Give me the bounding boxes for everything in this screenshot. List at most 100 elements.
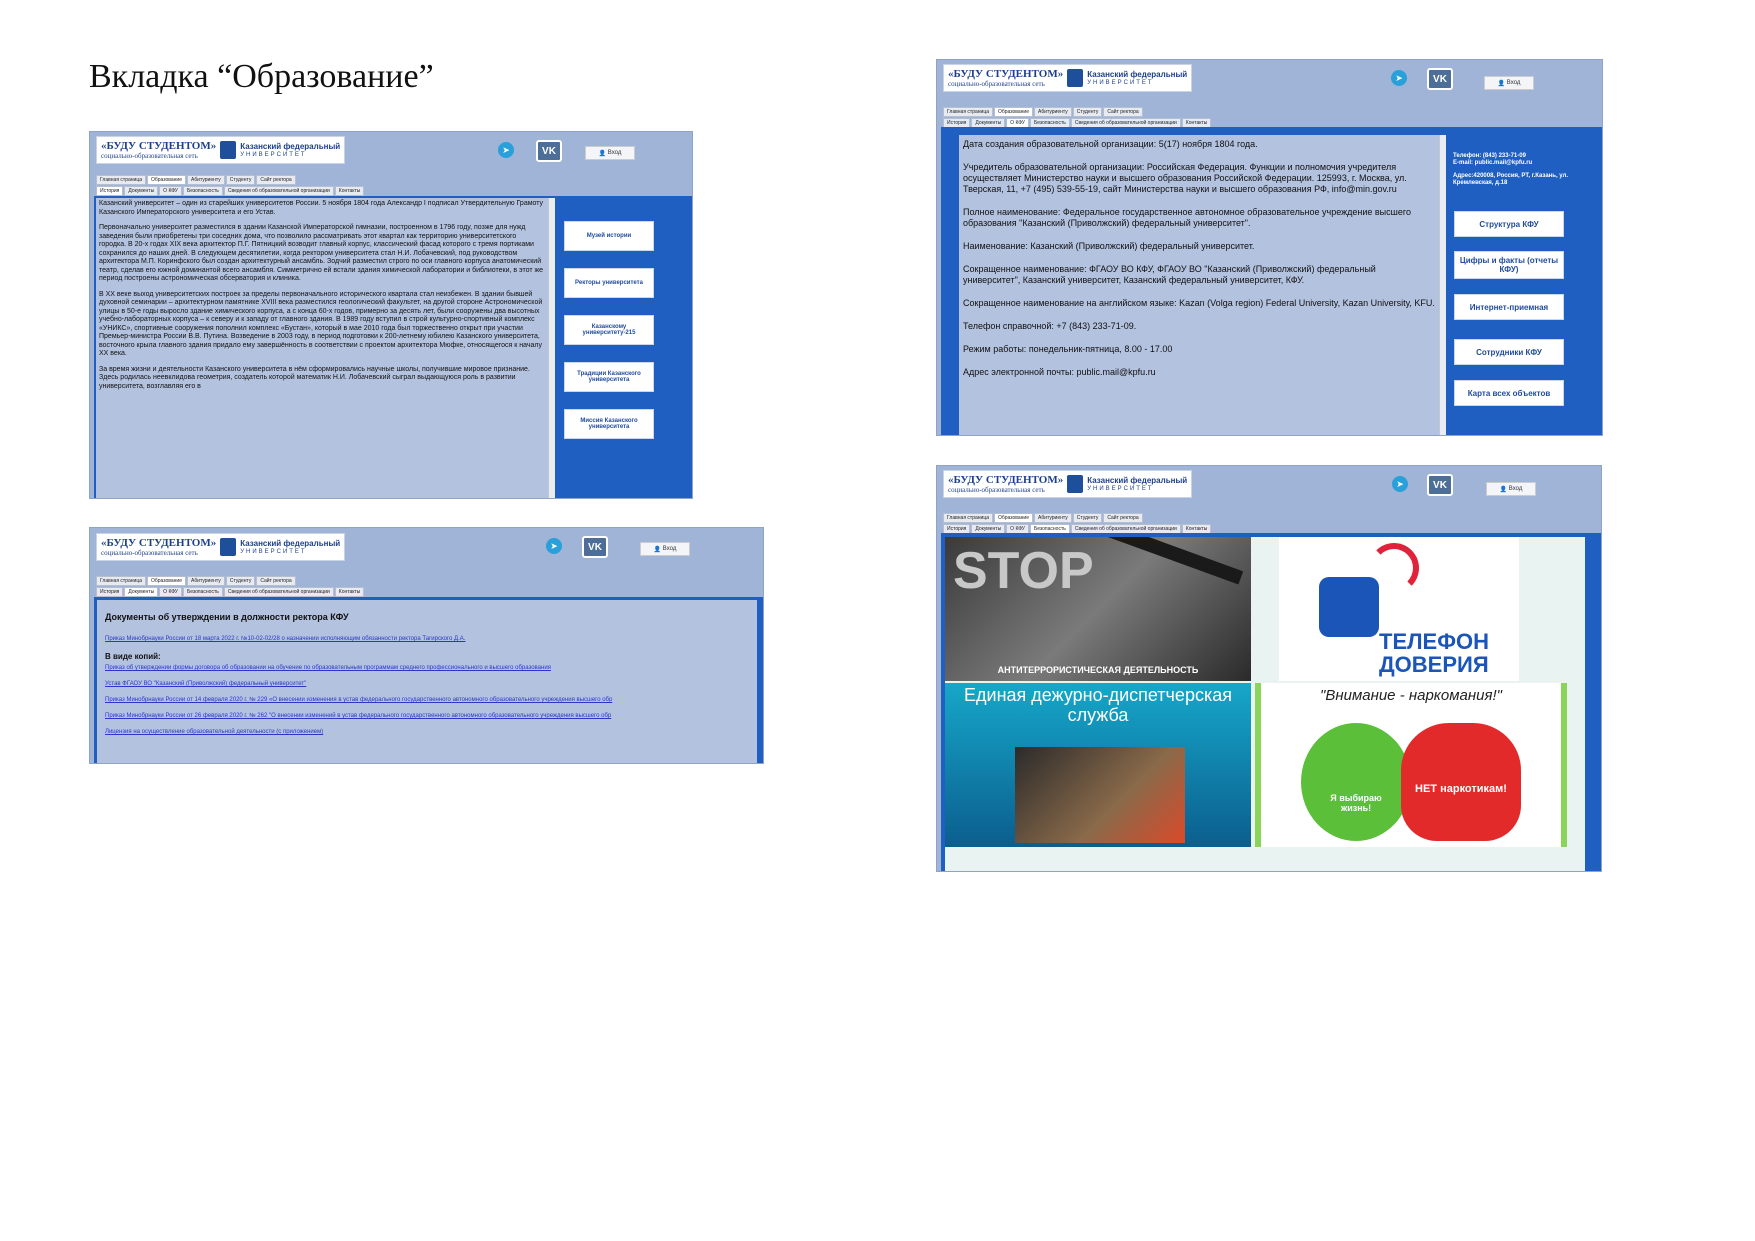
contact-email: E-mail: public.mail@kpfu.ru [1453, 160, 1533, 166]
vk-icon[interactable]: VK [1427, 474, 1453, 496]
sub-tabs: История Документы О КФУ Безопасность Све… [96, 186, 365, 196]
subtab-contacts[interactable]: Контакты [334, 587, 365, 597]
content-frame: Казанский университет – один из старейши… [94, 196, 692, 498]
dispatcher-photo [1015, 747, 1185, 843]
login-button[interactable]: 👤 Вход [640, 542, 690, 556]
tab-main[interactable]: Главная страница [96, 576, 146, 586]
history-text-panel[interactable]: Казанский университет – один из старейши… [96, 198, 548, 498]
subtab-about[interactable]: О КФУ [159, 587, 182, 597]
tab-applicant[interactable]: Абитуриенту [186, 175, 225, 185]
document-link[interactable]: Устав ФГАОУ ВО "Казанский (Приволжский) … [105, 681, 749, 687]
about-line: Адрес электронной почты: public.mail@kpf… [963, 367, 1156, 377]
narco-banner[interactable]: "Внимание - наркомания!" Я выбираю жизнь… [1255, 683, 1567, 847]
museum-button[interactable]: Музей истории [564, 221, 654, 251]
scrollbar[interactable] [1439, 135, 1446, 435]
user-icon: 👤 [1499, 486, 1509, 493]
subtab-info[interactable]: Сведения об образовательной организации [223, 186, 334, 196]
document-link[interactable]: Приказ об утверждении формы договора об … [105, 665, 749, 671]
site-logo[interactable]: «БУДУ СТУДЕНТОМ» социально-образовательна… [943, 64, 1193, 92]
tab-rector-site[interactable]: Сайт ректора [256, 576, 296, 586]
tab-rector-site[interactable]: Сайт ректора [1103, 513, 1143, 523]
hotline-line2: ДОВЕРИЯ [1379, 652, 1489, 677]
login-label: Вход [662, 546, 677, 552]
telegram-icon[interactable]: ➤ [1391, 70, 1407, 86]
rector-order-link[interactable]: Приказ Минобрнауки России от 18 марта 20… [105, 636, 749, 642]
about-line: Наименование: Казанский (Приволжский) фе… [963, 241, 1255, 251]
signal-icon [1369, 543, 1419, 593]
login-button[interactable]: 👤 Вход [1486, 482, 1536, 496]
tab-student[interactable]: Студенту [1072, 107, 1103, 117]
subtab-history[interactable]: История [96, 186, 124, 196]
facts-button[interactable]: Цифры и факты (отчеты КФУ) [1454, 251, 1564, 279]
traditions-button[interactable]: Традиции Казанского университета [564, 362, 654, 392]
subtab-about[interactable]: О КФУ [159, 186, 182, 196]
document-link[interactable]: Приказ Минобрнауки России от 26 февраля … [105, 713, 749, 719]
tab-applicant[interactable]: Абитуриенту [1033, 107, 1072, 117]
dispatch-banner[interactable]: Единая дежурно-диспетчерская служба [945, 683, 1251, 847]
site-logo[interactable]: «БУДУ СТУДЕНТОМ» социально-образовательна… [96, 533, 346, 561]
logo-univ-name: Казанский федеральный [1087, 475, 1188, 485]
screenshot-documents: «БУДУ СТУДЕНТОМ» социально-образовательна… [89, 527, 764, 764]
login-button[interactable]: 👤 Вход [585, 146, 635, 160]
vk-icon[interactable]: VK [536, 140, 562, 162]
login-button[interactable]: 👤 Вход [1484, 76, 1534, 90]
dispatch-caption: Единая дежурно-диспетчерская служба [964, 685, 1232, 725]
subtab-contacts[interactable]: Контакты [334, 186, 365, 196]
history-paragraph: Казанский университет – один из старейши… [99, 200, 544, 216]
tab-applicant[interactable]: Абитуриенту [1033, 513, 1072, 523]
tab-education[interactable]: Образование [146, 576, 186, 586]
tab-student[interactable]: Студенту [225, 175, 256, 185]
tab-education[interactable]: Образование [146, 175, 186, 185]
mission-button[interactable]: Миссия Казанского университета [564, 409, 654, 439]
main-tabs: Главная страница Образование Абитуриенту… [96, 175, 296, 185]
subtab-info[interactable]: Сведения об образовательной организации [223, 587, 334, 597]
about-text-panel[interactable]: Дата создания образовательной организаци… [959, 135, 1439, 435]
content-frame: Документы об утверждении в должности рек… [94, 597, 763, 763]
user-icon: 👤 [598, 150, 608, 157]
tab-student[interactable]: Студенту [225, 576, 256, 586]
tab-main[interactable]: Главная страница [943, 107, 993, 117]
anti-terror-banner[interactable]: STOP АНТИТЕРРОРИСТИЧЕСКАЯ ДЕЯТЕЛЬНОСТЬ [945, 537, 1251, 681]
stop-word: STOP [953, 542, 1094, 600]
main-tabs: Главная страница Образование Абитуриенту… [943, 107, 1143, 117]
tab-main[interactable]: Главная страница [96, 175, 146, 185]
hotline-banner[interactable]: ТЕЛЕФОН ДОВЕРИЯ [1279, 537, 1519, 681]
anti-terror-caption: АНТИТЕРРОРИСТИЧЕСКАЯ ДЕЯТЕЛЬНОСТЬ [997, 665, 1199, 675]
tab-student[interactable]: Студенту [1072, 513, 1103, 523]
kfu-crest-icon [220, 538, 237, 556]
staff-button[interactable]: Сотрудники КФУ [1454, 339, 1564, 365]
history-paragraph: За время жизни и деятельности Казанского… [99, 365, 530, 390]
apple-icon [1301, 723, 1411, 841]
structure-button[interactable]: Структура КФУ [1454, 211, 1564, 237]
scrollbar[interactable] [548, 198, 555, 498]
tab-applicant[interactable]: Абитуриенту [186, 576, 225, 586]
tab-education[interactable]: Образование [993, 107, 1033, 117]
tab-rector-site[interactable]: Сайт ректора [1103, 107, 1143, 117]
vk-icon[interactable]: VK [582, 536, 608, 558]
telegram-icon[interactable]: ➤ [1392, 476, 1408, 492]
tab-education[interactable]: Образование [993, 513, 1033, 523]
subtab-security[interactable]: Безопасность [182, 186, 223, 196]
site-logo[interactable]: «БУДУ СТУДЕНТОМ» социально-образовательна… [943, 470, 1193, 498]
telegram-icon[interactable]: ➤ [546, 538, 562, 554]
subtab-documents[interactable]: Документы [124, 587, 159, 597]
reception-button[interactable]: Интернет-приемная [1454, 294, 1564, 320]
copies-heading: В виде копий: [105, 652, 161, 661]
contact-block: Телефон: (843) 233-71-09 E-mail: public.… [1453, 153, 1593, 187]
about-line: Режим работы: понедельник-пятница, 8.00 … [963, 344, 1173, 354]
tab-rector-site[interactable]: Сайт ректора [256, 175, 296, 185]
subtab-documents[interactable]: Документы [124, 186, 159, 196]
map-button[interactable]: Карта всех объектов [1454, 380, 1564, 406]
document-link[interactable]: Приказ Минобрнауки России от 14 февраля … [105, 697, 749, 703]
subtab-history[interactable]: История [96, 587, 124, 597]
vk-icon[interactable]: VK [1427, 68, 1453, 90]
document-link[interactable]: Лицензия на осуществление образовательно… [105, 729, 749, 735]
telegram-icon[interactable]: ➤ [498, 142, 514, 158]
site-logo[interactable]: «БУДУ СТУДЕНТОМ» социально-образовательна… [96, 136, 346, 164]
rectors-button[interactable]: Ректоры университета [564, 268, 654, 298]
subtab-security[interactable]: Безопасность [182, 587, 223, 597]
logo-subtitle: социально-образовательная сеть [101, 548, 198, 557]
kfu-215-button[interactable]: Казанскому университету-215 [564, 315, 654, 345]
security-panel: STOP АНТИТЕРРОРИСТИЧЕСКАЯ ДЕЯТЕЛЬНОСТЬ Т… [945, 537, 1585, 871]
tab-main[interactable]: Главная страница [943, 513, 993, 523]
